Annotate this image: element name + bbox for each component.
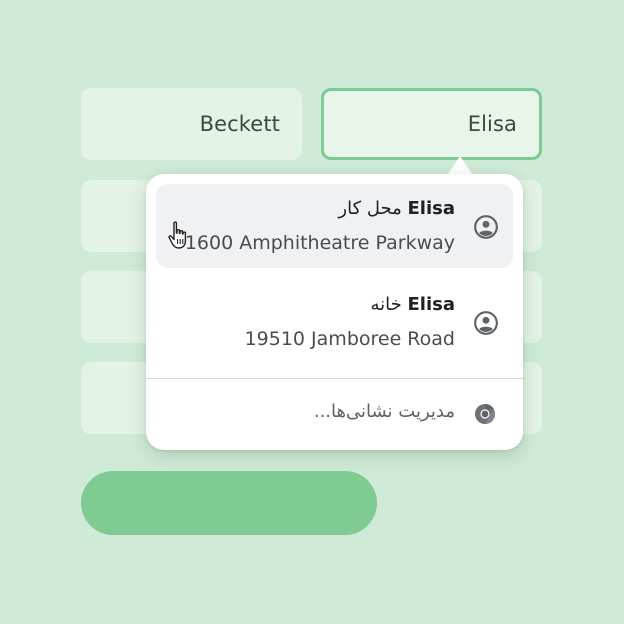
hand-cursor-icon [168, 221, 187, 249]
suggestion-title: Elisa محل کار [338, 198, 455, 219]
dropdown-divider [146, 378, 523, 379]
suggestion-title: Elisa خانه [370, 294, 455, 315]
last-name-value: Beckett [199, 112, 280, 136]
address-suggestion-work[interactable]: Elisa محل کار 1600 Amphitheatre Parkway [156, 184, 513, 268]
page: Beckett Elisa Elisa محل کار 1600 Amphith… [0, 0, 624, 624]
chrome-icon [475, 404, 495, 424]
autofill-dropdown: Elisa محل کار 1600 Amphitheatre Parkway … [146, 174, 523, 450]
dropdown-caret [448, 156, 472, 174]
suggestion-address: 1600 Amphitheatre Parkway [184, 232, 455, 254]
manage-addresses-label: مدیریت نشانی‌ها... [313, 401, 455, 422]
suggestion-address: 19510 Jamboree Road [244, 328, 455, 350]
first-name-field[interactable]: Elisa [321, 88, 542, 160]
person-icon [474, 215, 498, 239]
address-suggestion-home[interactable]: Elisa خانه 19510 Jamboree Road [156, 280, 513, 364]
submit-button[interactable] [81, 471, 377, 535]
last-name-field[interactable]: Beckett [81, 88, 302, 160]
first-name-value: Elisa [467, 112, 517, 136]
manage-addresses-item[interactable]: مدیریت نشانی‌ها... [156, 386, 513, 442]
suggestion-name: Elisa [407, 294, 456, 315]
suggestion-name: Elisa [407, 198, 456, 219]
person-icon [474, 311, 498, 335]
suggestion-label: خانه [370, 294, 402, 315]
suggestion-label: محل کار [338, 198, 402, 219]
